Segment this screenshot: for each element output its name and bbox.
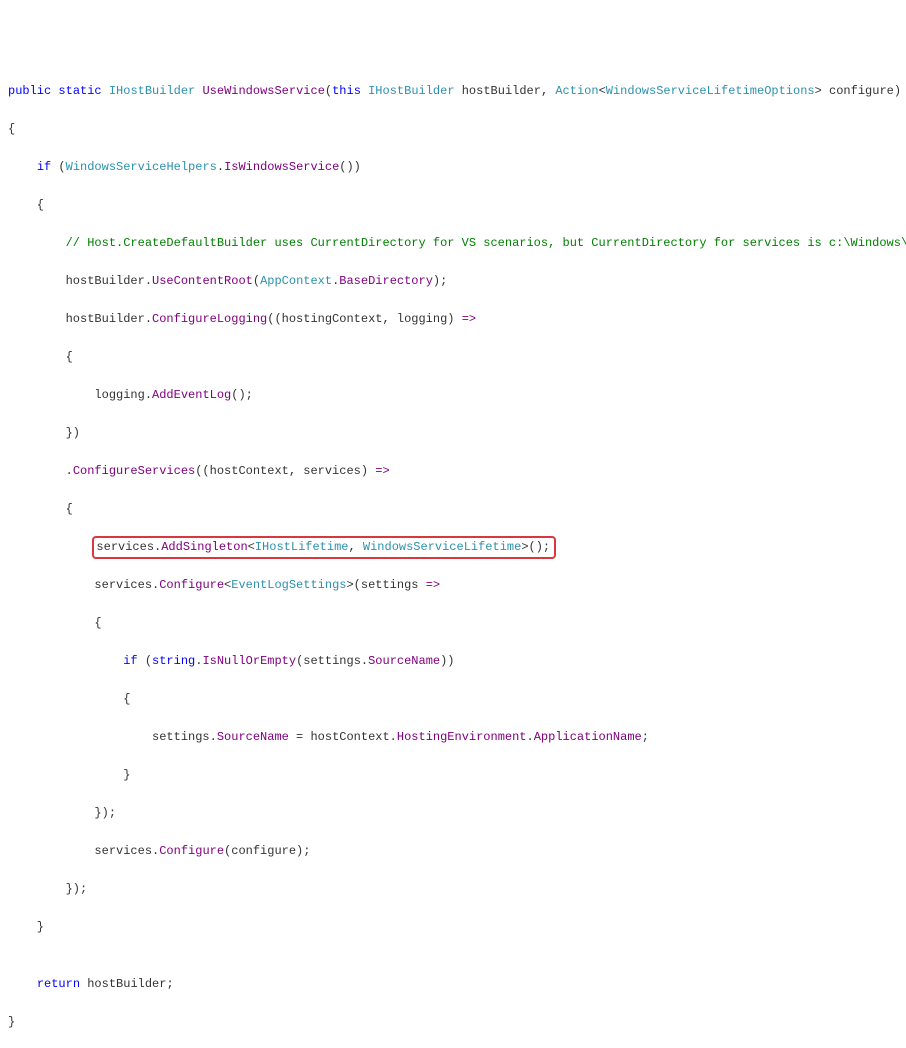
code-comment: // Host.CreateDefaultBuilder uses Curren… <box>8 234 898 253</box>
code-line: { <box>8 690 898 709</box>
highlighted-line: services.AddSingleton<IHostLifetime, Win… <box>8 538 898 557</box>
code-line: services.Configure<EventLogSettings>(set… <box>8 576 898 595</box>
code-line: { <box>8 196 898 215</box>
highlight-box: services.AddSingleton<IHostLifetime, Win… <box>92 536 556 559</box>
code-line: } <box>8 1013 898 1032</box>
code-line: if (string.IsNullOrEmpty(settings.Source… <box>8 652 898 671</box>
code-line: }); <box>8 804 898 823</box>
code-line: } <box>8 766 898 785</box>
code-line: public static IHostBuilder UseWindowsSer… <box>8 82 898 101</box>
code-line: .ConfigureServices((hostContext, service… <box>8 462 898 481</box>
code-line: { <box>8 120 898 139</box>
code-line: }) <box>8 424 898 443</box>
code-line: logging.AddEventLog(); <box>8 386 898 405</box>
code-line: return hostBuilder; <box>8 975 898 994</box>
code-line: settings.SourceName = hostContext.Hostin… <box>8 728 898 747</box>
code-line: }); <box>8 880 898 899</box>
code-line: } <box>8 918 898 937</box>
code-line: { <box>8 348 898 367</box>
code-line: if (WindowsServiceHelpers.IsWindowsServi… <box>8 158 898 177</box>
code-line: hostBuilder.ConfigureLogging((hostingCon… <box>8 310 898 329</box>
code-line: { <box>8 500 898 519</box>
code-line: hostBuilder.UseContentRoot(AppContext.Ba… <box>8 272 898 291</box>
code-line: { <box>8 614 898 633</box>
code-line: services.Configure(configure); <box>8 842 898 861</box>
